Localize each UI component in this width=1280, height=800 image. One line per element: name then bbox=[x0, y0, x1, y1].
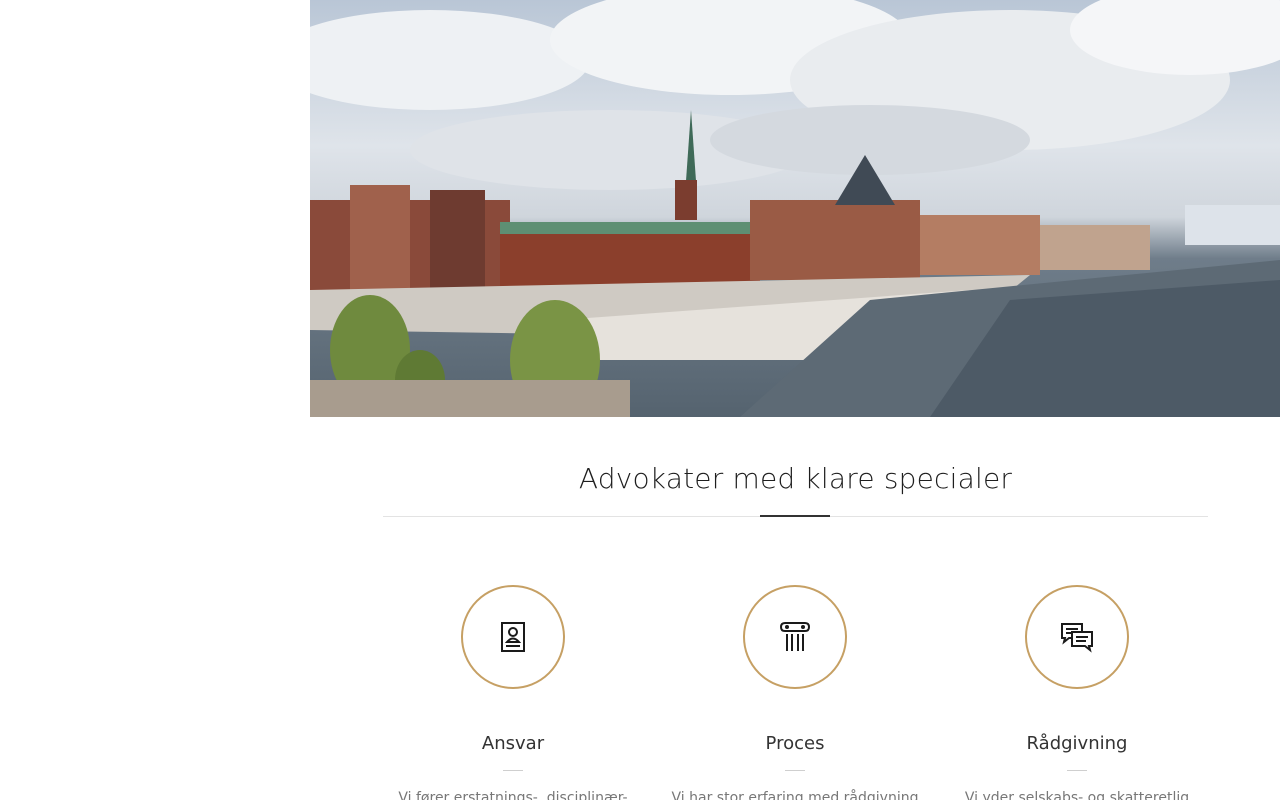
feature-description: Vi har stor erfaring med rådgivning bbox=[671, 790, 919, 800]
specialties-section: Advokater med klare specialer Ansvar Vi … bbox=[383, 417, 1208, 800]
feature-divider bbox=[785, 770, 805, 771]
feature-icon-circle[interactable] bbox=[743, 585, 847, 689]
document-person-icon bbox=[501, 622, 525, 652]
harbor-city-photo bbox=[310, 0, 1280, 417]
feature-description: Vi fører erstatnings-, disciplinær- bbox=[398, 790, 628, 800]
feature-description: Vi yder selskabs- og skatteretlig bbox=[964, 790, 1190, 800]
feature-icon-circle[interactable] bbox=[1025, 585, 1129, 689]
section-title: Advokater med klare specialer bbox=[578, 462, 1013, 495]
left-sidebar-area bbox=[0, 0, 310, 800]
section-divider-accent bbox=[760, 515, 830, 517]
hero-image bbox=[310, 0, 1280, 417]
feature-title: Ansvar bbox=[481, 733, 545, 754]
speech-bubbles-icon bbox=[1061, 623, 1093, 653]
feature-divider bbox=[503, 770, 523, 771]
feature-title: Proces bbox=[765, 733, 825, 754]
feature-icon-circle[interactable] bbox=[461, 585, 565, 689]
feature-divider bbox=[1067, 770, 1087, 771]
feature-title: Rådgivning bbox=[1026, 733, 1128, 754]
column-pillar-icon bbox=[779, 622, 811, 651]
